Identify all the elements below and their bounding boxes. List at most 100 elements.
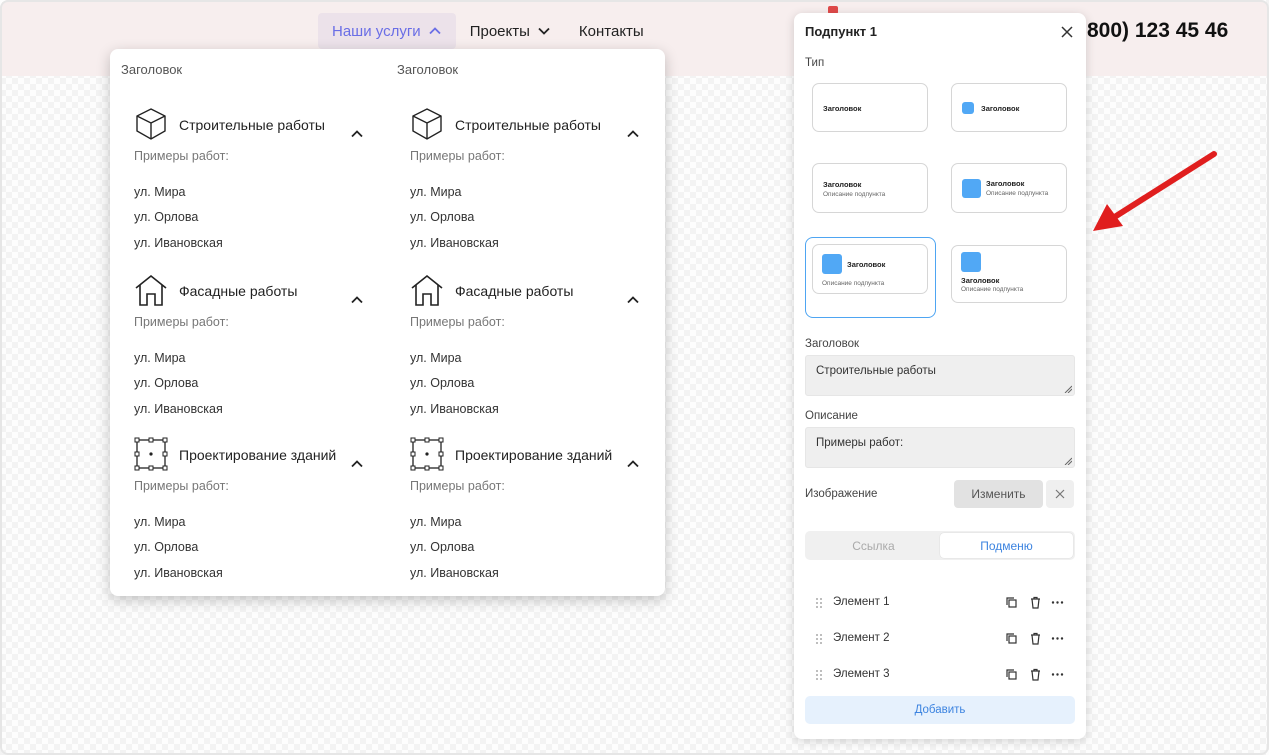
image-label: Изображение [805,488,878,500]
heading-label: Заголовок [805,338,860,350]
main-nav: Наши услуги Проекты Контакты [318,13,658,49]
service-example-link[interactable]: ул. Мира [134,185,186,199]
chevron-up-icon[interactable] [626,293,640,307]
drag-handle-icon[interactable] [815,669,823,681]
type-label: Тип [805,57,825,69]
type-option-desc: Описание подпункта [961,286,1024,293]
element-row[interactable]: Элемент 2 [805,625,1075,653]
heading-field-value: Строительные работы [816,365,936,377]
service-example-link[interactable]: ул. Орлова [410,540,474,554]
segment-submenu[interactable]: Подменю [940,533,1073,558]
description-label: Описание [805,410,858,422]
service-section: Строительные работы Примеры работ: ул. Мир… [386,107,662,257]
service-example-link[interactable]: ул. Орлова [410,210,474,224]
nav-item-projects[interactable]: Проекты [456,13,565,49]
blueprint-icon [134,437,168,471]
resize-handle-icon[interactable] [1064,457,1072,465]
more-icon[interactable] [1051,596,1064,609]
service-example-link[interactable]: ул. Ивановская [410,236,499,250]
cube-icon [134,107,168,141]
type-option-title: Заголовок [823,180,862,189]
service-title[interactable]: Фасадные работы [455,283,573,299]
service-example-link[interactable]: ул. Орлова [134,540,198,554]
service-description: Примеры работ: [134,315,229,329]
resize-handle-icon[interactable] [1064,385,1072,393]
service-title[interactable]: Строительные работы [455,117,601,133]
service-example-link[interactable]: ул. Мира [134,515,186,529]
service-title[interactable]: Проектирование зданий [179,447,336,463]
type-option-title: Заголовок [847,260,886,269]
column-heading: Заголовок [397,62,459,77]
element-row[interactable]: Элемент 1 [805,589,1075,617]
type-option-selected-outline[interactable]: Заголовок Описание подпункта [805,237,936,318]
segment-link[interactable]: Ссылка [807,533,940,558]
nav-item-contacts[interactable]: Контакты [565,13,658,49]
service-title[interactable]: Проектирование зданий [455,447,612,463]
more-icon[interactable] [1051,668,1064,681]
phone-number[interactable]: 800) 123 45 46 [1087,19,1228,43]
service-example-link[interactable]: ул. Орлова [134,376,198,390]
copy-icon[interactable] [1005,596,1018,609]
chevron-up-icon[interactable] [626,127,640,141]
nav-label-projects: Проекты [469,22,530,40]
link-type-switch: Ссылка Подменю [805,531,1075,560]
element-label: Элемент 2 [833,632,890,644]
type-option-icon-title[interactable]: Заголовок [951,83,1067,132]
chevron-down-icon [538,27,550,35]
trash-icon[interactable] [1029,668,1042,681]
nav-item-services[interactable]: Наши услуги [318,13,456,49]
type-option-stacked[interactable]: Заголовок Описание подпункта [951,245,1067,303]
chevron-up-icon[interactable] [350,293,364,307]
service-section: Проектирование зданий Примеры работ: ул. М… [386,437,662,587]
type-option-icon-title-desc[interactable]: Заголовок Описание подпункта [951,163,1067,213]
chevron-up-icon[interactable] [626,457,640,471]
type-option-title-desc[interactable]: Заголовок Описание подпункта [812,163,928,213]
type-option-large-icon-title-desc[interactable]: Заголовок Описание подпункта [812,244,928,294]
change-image-button[interactable]: Изменить [954,480,1043,508]
chevron-up-icon[interactable] [350,457,364,471]
close-icon[interactable] [1060,25,1074,39]
description-field[interactable]: Примеры работ: [805,427,1075,468]
type-option-desc: Описание подпункта [822,280,885,287]
chevron-up-icon[interactable] [350,127,364,141]
trash-icon[interactable] [1029,632,1042,645]
service-example-link[interactable]: ул. Орлова [410,376,474,390]
service-description: Примеры работ: [134,149,229,163]
service-example-link[interactable]: ул. Ивановская [410,566,499,580]
service-example-link[interactable]: ул. Ивановская [134,402,223,416]
service-example-link[interactable]: ул. Ивановская [134,566,223,580]
panel-title: Подпункт 1 [805,24,878,39]
service-example-link[interactable]: ул. Орлова [134,210,198,224]
service-example-link[interactable]: ул. Ивановская [134,236,223,250]
blueprint-icon [410,437,444,471]
house-icon [134,273,168,307]
chevron-up-icon [429,27,441,35]
element-label: Элемент 3 [833,668,890,680]
service-title[interactable]: Строительные работы [179,117,325,133]
service-section: Фасадные работы Примеры работ: ул. Мира ул.… [386,273,662,423]
type-option-title-only[interactable]: Заголовок [812,83,928,132]
heading-field[interactable]: Строительные работы [805,355,1075,396]
type-option-desc: Описание подпункта [823,191,886,198]
service-example-link[interactable]: ул. Мира [410,351,462,365]
drag-handle-icon[interactable] [815,597,823,609]
subitem-settings-panel: Подпункт 1 Тип Заголовок Заголовок Загол… [794,13,1086,739]
service-description: Примеры работ: [410,149,505,163]
service-example-link[interactable]: ул. Мира [134,351,186,365]
element-row[interactable]: Элемент 3 [805,661,1075,689]
copy-icon[interactable] [1005,668,1018,681]
service-example-link[interactable]: ул. Мира [410,515,462,529]
service-section: Фасадные работы Примеры работ: ул. Мира ул.… [110,273,386,423]
service-example-link[interactable]: ул. Ивановская [410,402,499,416]
service-title[interactable]: Фасадные работы [179,283,297,299]
remove-image-button[interactable] [1046,480,1074,508]
element-label: Элемент 1 [833,596,890,608]
mega-column-2: Заголовок Строительные работы Примеры раб… [386,49,662,596]
service-example-link[interactable]: ул. Мира [410,185,462,199]
drag-handle-icon[interactable] [815,633,823,645]
type-option-title: Заголовок [981,104,1020,113]
copy-icon[interactable] [1005,632,1018,645]
add-element-button[interactable]: Добавить [805,696,1075,724]
trash-icon[interactable] [1029,596,1042,609]
more-icon[interactable] [1051,632,1064,645]
